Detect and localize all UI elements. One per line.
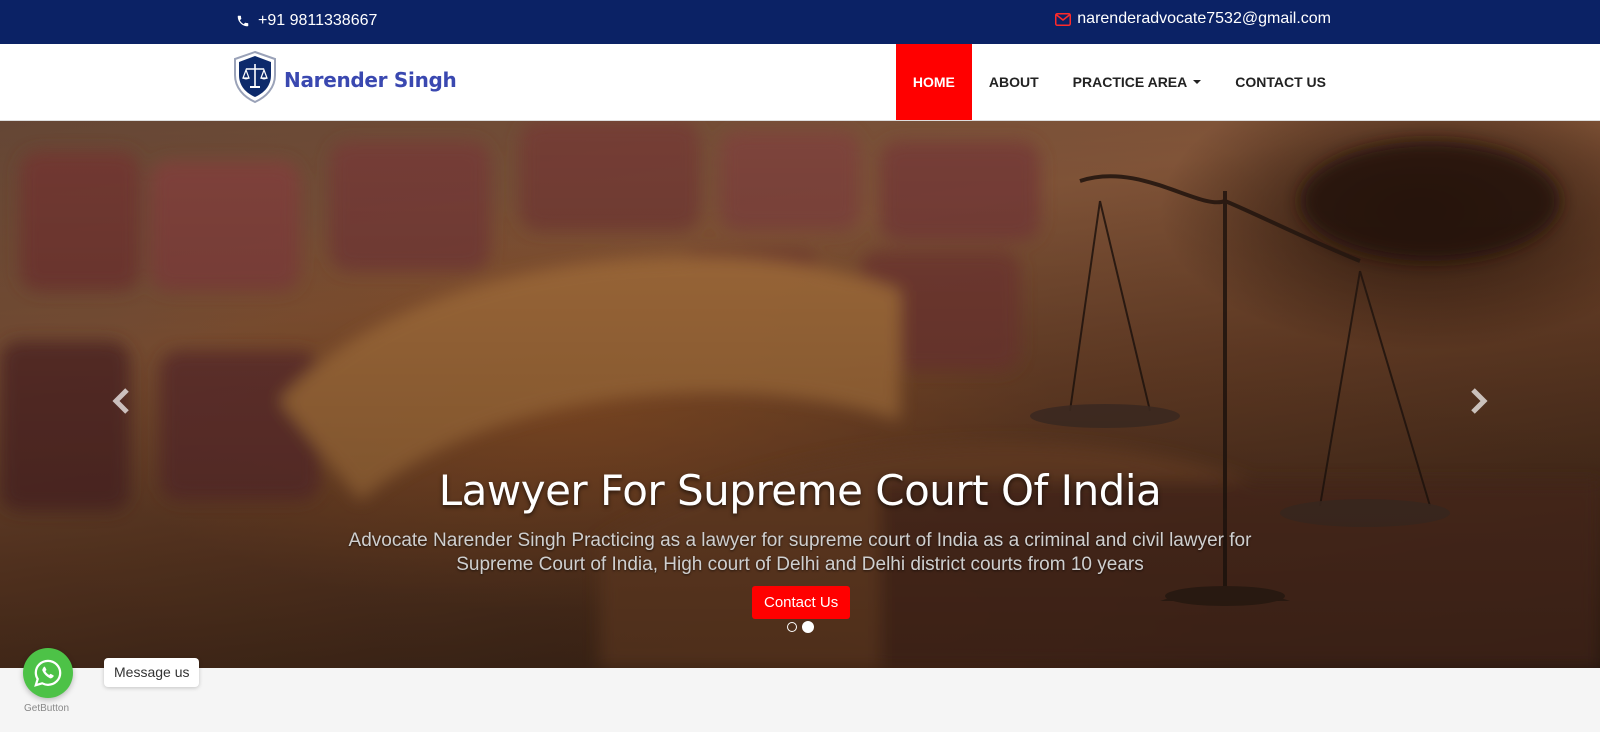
- carousel-indicator-1[interactable]: [787, 622, 797, 632]
- email-contact[interactable]: narenderadvocate7532@gmail.com: [1055, 10, 1331, 28]
- envelope-icon: [1055, 12, 1072, 26]
- hero-carousel: Lawyer For Supreme Court Of India Advoca…: [0, 121, 1600, 668]
- main-nav: HOME ABOUT PRACTICE AREA CONTACT US: [895, 44, 1600, 120]
- phone-contact[interactable]: +91 9811338667: [236, 12, 377, 30]
- caret-down-icon: [1193, 80, 1202, 84]
- getbutton-credit[interactable]: GetButton: [24, 703, 69, 714]
- site-logo[interactable]: Narender Singh: [232, 50, 457, 109]
- carousel-next-button[interactable]: [1462, 386, 1492, 416]
- hero-title: Lawyer For Supreme Court Of India: [438, 466, 1162, 515]
- logo-text: Narender Singh: [284, 67, 457, 92]
- chevron-right-icon: [1471, 388, 1488, 414]
- nav-home-label: HOME: [912, 74, 955, 90]
- nav-contact-us[interactable]: CONTACT US: [1218, 44, 1600, 120]
- nav-about[interactable]: ABOUT: [972, 44, 1056, 120]
- top-contact-bar: +91 9811338667 narenderadvocate7532@gmai…: [0, 0, 1600, 44]
- nav-about-label: ABOUT: [988, 74, 1039, 90]
- whatsapp-button[interactable]: [23, 648, 73, 698]
- site-header: Narender Singh HOME ABOUT PRACTICE AREA …: [0, 44, 1600, 121]
- nav-practice-area-label: PRACTICE AREA: [1072, 74, 1188, 90]
- phone-number: +91 9811338667: [258, 12, 378, 29]
- shield-scales-icon: [232, 50, 278, 109]
- hero-description: Advocate Narender Singh Practicing as a …: [348, 530, 1252, 575]
- chevron-left-icon: [112, 388, 129, 414]
- carousel-indicators: [787, 621, 814, 633]
- nav-practice-area[interactable]: PRACTICE AREA: [1056, 44, 1219, 120]
- nav-home[interactable]: HOME: [895, 44, 972, 120]
- carousel-indicator-2[interactable]: [802, 621, 814, 633]
- phone-icon: [236, 14, 250, 28]
- email-address: narenderadvocate7532@gmail.com: [1077, 10, 1331, 27]
- message-us-label[interactable]: Message us: [104, 658, 200, 687]
- nav-contact-us-label: CONTACT US: [1235, 74, 1326, 90]
- carousel-prev-button[interactable]: [108, 386, 138, 416]
- contact-us-button[interactable]: Contact Us: [752, 586, 851, 619]
- whatsapp-icon: [34, 659, 62, 687]
